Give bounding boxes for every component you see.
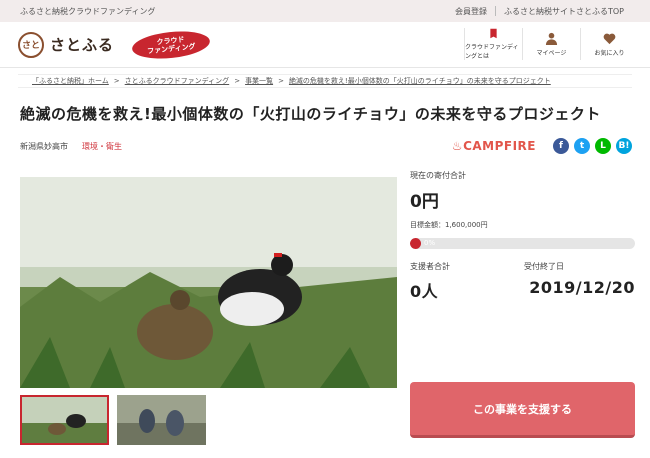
twitter-icon[interactable]: t <box>574 138 590 154</box>
register-link[interactable]: 会員登録 <box>447 6 495 17</box>
site-header: さと さとふる クラウド ファンディング クラウドファンディングとは マイページ… <box>0 22 650 68</box>
flame-icon: ♨ <box>451 139 464 153</box>
funding-panel: 現在の寄付合計 0円 目標金額：1,600,000円 0% 支援者合計 0人 受… <box>410 170 635 302</box>
campfire-logo: ♨CAMPFIRE <box>452 139 536 153</box>
person-icon <box>545 32 558 45</box>
header-nav: クラウドファンディングとは マイページ お気に入り <box>464 28 638 60</box>
hatena-icon[interactable]: B! <box>616 138 632 154</box>
top-bar: ふるさと納税クラウドファンディング 会員登録 ふるさと納税サイトさとふるTOP <box>0 0 650 22</box>
breadcrumb: 「ふるさと納税」ホーム > さとふるクラウドファンディング > 事業一覧 > 絶… <box>18 74 632 88</box>
logo-text: さとふる <box>50 36 115 54</box>
site-label: ふるさと納税クラウドファンディング <box>20 6 156 16</box>
project-category[interactable]: 環境・衛生 <box>82 141 122 152</box>
breadcrumb-separator: > <box>278 77 284 85</box>
page-title: 絶滅の危機を救え!最小個体数の「火打山のライチョウ」の未来を守るプロジェクト <box>20 105 601 123</box>
thumbnail-ptarmigan-photo <box>22 397 107 443</box>
nav-favorites[interactable]: お気に入り <box>580 28 638 60</box>
deadline-label: 受付終了日 <box>524 262 564 271</box>
book-icon <box>490 28 497 39</box>
progress-fill <box>410 238 421 249</box>
crowdfunding-badge[interactable]: クラウド ファンディング <box>130 27 212 62</box>
project-meta: 新潟県妙高市 環境・衛生 ♨CAMPFIRE f t L B! <box>20 138 632 154</box>
nav-mypage-label: マイページ <box>536 49 567 57</box>
main-photo <box>20 177 397 388</box>
breadcrumb-projects[interactable]: 事業一覧 <box>245 76 273 86</box>
deadline-date: 2019/12/20 <box>529 278 635 297</box>
breadcrumb-separator: > <box>234 77 241 85</box>
nav-mypage[interactable]: マイページ <box>522 28 580 60</box>
breadcrumb-separator: > <box>113 77 120 85</box>
supporters-label: 支援者合計 <box>410 262 450 271</box>
breadcrumb-home[interactable]: 「ふるさと納税」ホーム <box>32 76 109 86</box>
logo-seal-icon: さと <box>18 31 44 58</box>
partner-name: CAMPFIRE <box>463 139 536 153</box>
thumbnail-strip <box>20 395 206 445</box>
thumbnail-2[interactable] <box>117 395 206 445</box>
line-icon[interactable]: L <box>595 138 611 154</box>
badge-line2: ファンディング <box>146 41 196 55</box>
current-amount: 0円 <box>410 192 439 212</box>
breadcrumb-current[interactable]: 絶滅の危機を救え!最小個体数の「火打山のライチョウ」の未来を守るプロジェクト <box>289 76 551 86</box>
nav-favorites-label: お気に入り <box>594 49 625 57</box>
thumbnail-1[interactable] <box>20 395 109 445</box>
nav-about[interactable]: クラウドファンディングとは <box>464 28 522 60</box>
deadline-stat: 受付終了日 2019/12/20 <box>521 261 635 302</box>
current-amount-label: 現在の寄付合計 <box>410 171 466 180</box>
supporters-count: 0人 <box>410 282 439 301</box>
supporters-stat: 支援者合計 0人 <box>410 261 521 302</box>
target-amount: 目標金額：1,600,000円 <box>410 221 488 229</box>
heart-icon <box>603 33 616 44</box>
satofull-logo[interactable]: さと さとふる <box>18 31 115 58</box>
breadcrumb-crowdfunding[interactable]: さとふるクラウドファンディング <box>125 76 230 86</box>
nav-about-label: クラウドファンディングとは <box>465 44 519 60</box>
thumbnail-survey-photo <box>117 395 206 445</box>
funding-stats: 支援者合計 0人 受付終了日 2019/12/20 <box>410 261 635 302</box>
ptarmigan-photo <box>20 177 397 388</box>
support-button[interactable]: この事業を支援する <box>410 382 635 438</box>
progress-percent: 0% <box>424 239 436 247</box>
satofull-top-link[interactable]: ふるさと納税サイトさとふるTOP <box>496 6 632 17</box>
facebook-icon[interactable]: f <box>553 138 569 154</box>
top-links: 会員登録 ふるさと納税サイトさとふるTOP <box>447 6 632 17</box>
project-location: 新潟県妙高市 <box>20 141 68 151</box>
progress-bar: 0% <box>410 238 635 249</box>
